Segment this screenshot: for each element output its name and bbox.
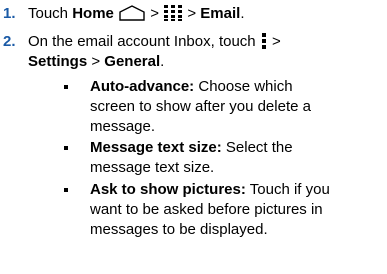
bullet-term: Ask to show pictures:: [90, 181, 246, 198]
bullet-marker: [64, 188, 68, 192]
bullet-line: Auto-advance: Choose which: [90, 77, 293, 97]
step-line-1: On the email account Inbox, touch: [28, 33, 256, 50]
general-label: General: [104, 53, 161, 70]
home-label: Home: [72, 5, 114, 22]
bullet-line: screen to show after you delete a: [90, 98, 311, 115]
step-number: 2.: [3, 33, 16, 50]
bullet-line: Message text size: Select the: [90, 138, 293, 158]
home-outline-icon: [118, 4, 146, 28]
step-number: 1.: [3, 5, 16, 22]
bullet-marker: [64, 85, 68, 89]
bullet-line: Ask to show pictures: Touch if you: [90, 180, 330, 200]
bullet-line: want to be asked before pictures in: [90, 201, 323, 218]
app-grid-icon: [163, 4, 183, 28]
bullet-term: Message text size:: [90, 139, 222, 156]
menu-dots-icon: [260, 32, 268, 56]
separator: >: [271, 33, 281, 50]
bullet-line: message text size.: [90, 159, 215, 176]
period: .: [160, 53, 165, 70]
step-word-touch: Touch: [28, 5, 69, 22]
bullet-text: Touch if you: [249, 181, 330, 198]
step-text: Settings > General.: [28, 52, 164, 72]
bullet-line: messages to be displayed.: [90, 221, 268, 238]
bullet-text: Choose which: [198, 78, 293, 95]
separator: >: [91, 53, 101, 70]
instructions-page: 1. Touch Home > > Email. 2. On the email…: [0, 0, 387, 274]
bullet-text: Select the: [225, 139, 293, 156]
separator: >: [187, 5, 197, 22]
bullet-marker: [64, 146, 68, 150]
bullet-term: Auto-advance:: [90, 78, 195, 95]
email-label: Email: [200, 5, 241, 22]
bullet-line: message.: [90, 118, 156, 135]
separator: >: [150, 5, 159, 22]
period: .: [240, 5, 245, 22]
step-text: Touch Home > > Email.: [28, 4, 244, 28]
settings-label: Settings: [28, 53, 88, 70]
